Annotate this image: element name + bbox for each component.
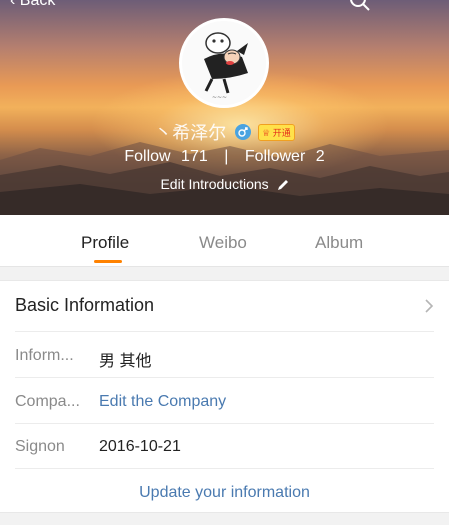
follow-link[interactable]: Follow 171 bbox=[124, 148, 212, 165]
username-row: 丶希泽尔 ♕ 开通 bbox=[0, 119, 449, 143]
vip-crown-icon: ♕ bbox=[262, 127, 271, 138]
back-label: Back bbox=[19, 0, 56, 9]
edit-intro-label: Edit Introductions bbox=[160, 176, 269, 192]
pencil-icon bbox=[277, 180, 288, 191]
edit-company-link[interactable]: Edit the Company bbox=[99, 393, 226, 411]
info-row-signon: Signon 2016-10-21 bbox=[0, 424, 449, 469]
info-label: Inform... bbox=[15, 347, 74, 364]
gender-male-icon bbox=[234, 124, 251, 140]
signon-label: Signon bbox=[15, 438, 65, 455]
avatar-cartoon-icon: ~~~ bbox=[182, 21, 266, 105]
basic-information-card: Basic Information Inform... 男 其他 Compa..… bbox=[0, 280, 449, 513]
profile-banner: ‹ Back ~~~ 丶希泽尔 ♕ 开通 Follow 171 | Follow… bbox=[0, 0, 449, 215]
tab-profile[interactable]: Profile bbox=[81, 233, 129, 253]
info-value: 男 其他 bbox=[99, 353, 152, 370]
follow-label: Follow bbox=[124, 148, 171, 165]
card-title: Basic Information bbox=[15, 295, 155, 315]
follower-count: 2 bbox=[315, 148, 325, 165]
vip-badge-label: 开通 bbox=[272, 127, 291, 138]
update-information-link[interactable]: Update your information bbox=[0, 484, 449, 502]
vip-badge[interactable]: ♕ 开通 bbox=[258, 123, 295, 141]
divider bbox=[15, 331, 434, 332]
tab-album[interactable]: Album bbox=[315, 233, 363, 253]
follower-link[interactable]: Follower 2 bbox=[245, 148, 325, 165]
follower-label: Follower bbox=[244, 148, 306, 165]
divider bbox=[15, 377, 434, 378]
chevron-right-icon bbox=[425, 299, 434, 313]
tab-weibo[interactable]: Weibo bbox=[199, 233, 247, 253]
basic-information-header[interactable]: Basic Information bbox=[0, 281, 449, 331]
signon-date: 2016-10-21 bbox=[99, 438, 181, 455]
svg-text:~~~: ~~~ bbox=[212, 94, 227, 101]
info-row-information[interactable]: Inform... 男 其他 bbox=[0, 333, 449, 378]
follow-count: 171 bbox=[181, 148, 208, 165]
edit-introductions-link[interactable]: Edit Introductions bbox=[0, 176, 449, 192]
company-label: Compa... bbox=[15, 393, 80, 410]
profile-tabs: Profile Weibo Album bbox=[0, 215, 449, 267]
chevron-left-icon: ‹ bbox=[10, 0, 16, 9]
search-icon[interactable] bbox=[349, 0, 371, 12]
back-button[interactable]: ‹ Back bbox=[10, 0, 55, 10]
info-row-company[interactable]: Compa... Edit the Company bbox=[0, 379, 449, 424]
avatar[interactable]: ~~~ bbox=[179, 18, 269, 108]
follow-separator: | bbox=[224, 148, 229, 166]
divider bbox=[15, 468, 434, 469]
username: 丶希泽尔 bbox=[154, 123, 227, 143]
active-tab-indicator bbox=[94, 260, 122, 263]
follow-stats: Follow 171 | Follower 2 bbox=[0, 148, 449, 166]
